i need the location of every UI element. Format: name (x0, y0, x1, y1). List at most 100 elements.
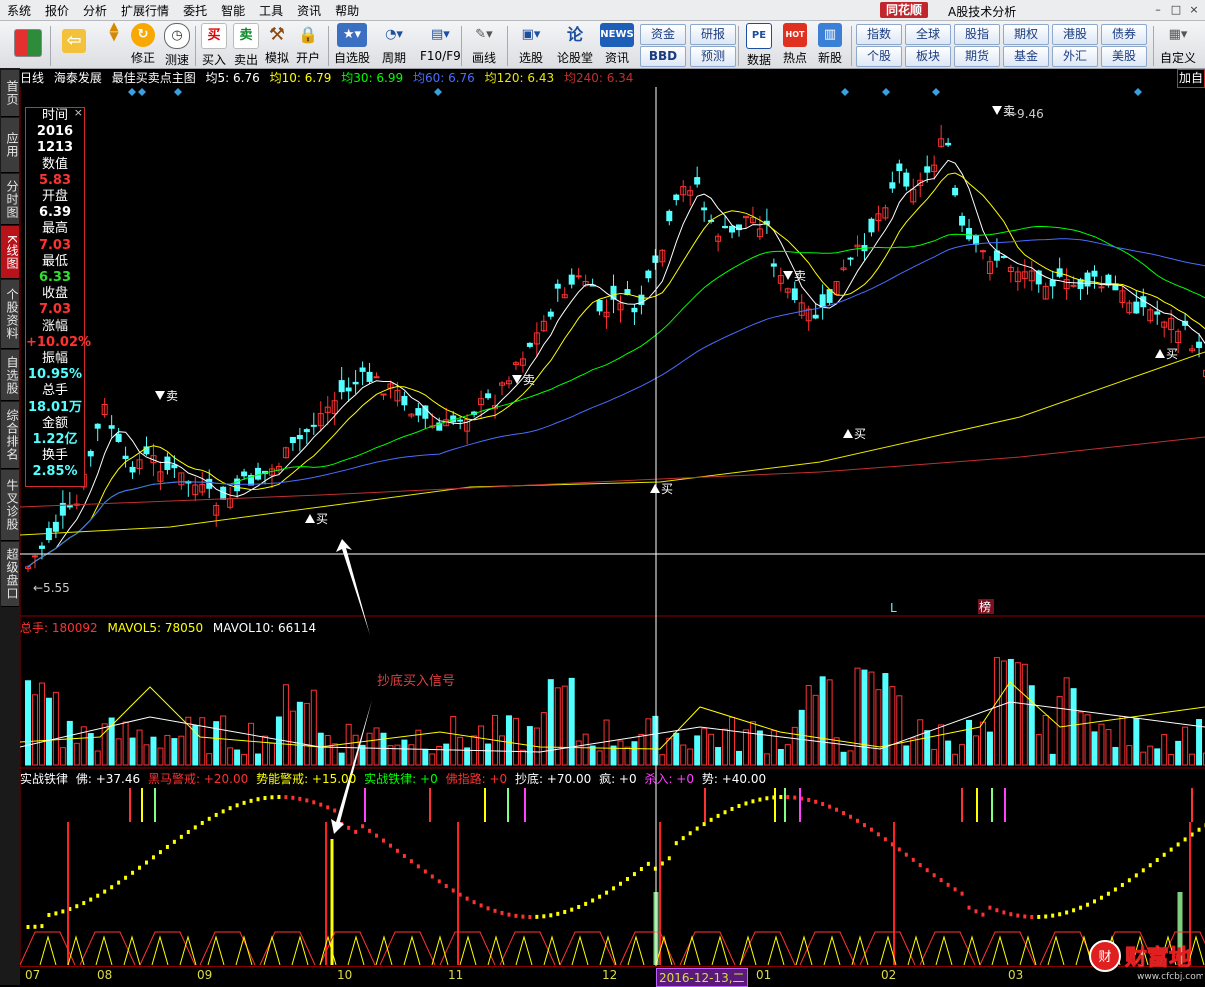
f10-button[interactable]: ▤▾ F10/F9 (420, 23, 461, 63)
indicator-dot (863, 823, 866, 827)
sell-button[interactable]: 卖 卖出 (233, 23, 259, 68)
maximize-icon[interactable]: □ (1168, 2, 1184, 17)
axis-label: 02 (881, 968, 896, 982)
indicator-dot (145, 861, 148, 865)
menu-ext-quote[interactable]: 扩展行情 (114, 2, 176, 19)
tab-watchlist[interactable]: 自选股 (1, 350, 19, 401)
news-button[interactable]: NEWS 资讯 (600, 23, 634, 66)
tab-kline[interactable]: K线图 (1, 226, 19, 279)
new-stock-button[interactable]: ▥ 新股 (818, 23, 842, 66)
refresh-icon: ↻ (131, 23, 155, 47)
open-account-button[interactable]: 🔒 开户 (296, 23, 320, 66)
menu-trade[interactable]: 委托 (176, 2, 214, 19)
indicator-dot (501, 911, 504, 915)
candlestick (360, 361, 365, 385)
ma-line (28, 226, 1205, 566)
candlestick (1155, 301, 1160, 325)
volume-bar (311, 690, 316, 765)
customize-button[interactable]: ▦▾ 自定义 (1160, 23, 1196, 66)
candlestick (618, 295, 623, 322)
volume-bar (26, 681, 31, 765)
candlestick (416, 403, 421, 422)
menu-quote[interactable]: 报价 (38, 2, 76, 19)
quick-forex[interactable]: 外汇 (1052, 46, 1098, 67)
kline-chart[interactable]: 买买买买卖卖卖卖←9.46←5.55L榜 (20, 87, 1205, 967)
data-window[interactable]: × 时间 2016 1213 数值 5.83 开盘 6.39 最高 7.03 最… (25, 107, 85, 487)
candlestick (611, 275, 616, 314)
tab-ranking[interactable]: 综合排名 (1, 402, 19, 469)
menu-tools[interactable]: 工具 (252, 2, 290, 19)
volume-bar (583, 734, 588, 765)
indicator-dot (1142, 868, 1145, 872)
candle-body (820, 295, 825, 308)
tab-stock-info[interactable]: 个股资料 (1, 280, 19, 349)
candle-body (242, 472, 247, 476)
quick-stock[interactable]: 个股 (856, 46, 902, 67)
tab-intraday[interactable]: 分时图 (1, 174, 19, 225)
quick-forecast[interactable]: 预测 (690, 46, 736, 67)
quick-global[interactable]: 全球 (905, 24, 951, 45)
add-watch-button[interactable]: 加自 (1177, 69, 1205, 88)
volume-bar (778, 749, 783, 765)
stock-screen-button[interactable]: ▣▾ 选股 (513, 23, 549, 66)
menu-news[interactable]: 资讯 (290, 2, 328, 19)
indicator-dot (647, 862, 650, 866)
candlestick (890, 172, 895, 193)
quick-capital[interactable]: 资金 (640, 24, 686, 45)
close-icon[interactable]: × (74, 105, 83, 121)
period-label[interactable]: 日线 (20, 71, 44, 85)
signal-label: 买 (316, 512, 328, 526)
fix-button[interactable]: ↻ 修正 (131, 23, 155, 66)
close-icon[interactable]: × (1186, 2, 1202, 17)
tab-apps[interactable]: 应用 (1, 118, 19, 173)
period-button[interactable]: ◔▾ 周期 (377, 23, 411, 66)
back-button[interactable]: ⇦ (62, 29, 86, 55)
menu-smart[interactable]: 智能 (214, 2, 252, 19)
indicator-dot (361, 824, 364, 828)
volume-bar (520, 750, 525, 765)
updown-button[interactable]: ▲▼ (104, 21, 124, 43)
quick-fund[interactable]: 基金 (1003, 46, 1049, 67)
quick-options[interactable]: 期权 (1003, 24, 1049, 45)
quick-index[interactable]: 指数 (856, 24, 902, 45)
candlestick (534, 322, 539, 356)
candlestick (716, 233, 721, 251)
menu-analysis[interactable]: 分析 (76, 2, 114, 19)
indicator-dot (521, 915, 524, 919)
indicator-dot (835, 808, 838, 812)
quick-sector[interactable]: 板块 (905, 46, 951, 67)
tab-diagnose[interactable]: 牛叉诊股 (1, 470, 19, 541)
quick-hk[interactable]: 港股 (1052, 24, 1098, 45)
indicator-dot (1030, 915, 1033, 919)
data-button[interactable]: PE 数据 (746, 23, 772, 68)
hot-button[interactable]: HOT 热点 (783, 23, 807, 66)
speedtest-button[interactable]: ◷ 测速 (164, 23, 190, 68)
quick-bond[interactable]: 债券 (1101, 24, 1147, 45)
quick-futures[interactable]: 期货 (954, 46, 1000, 67)
volume-bar (458, 737, 463, 765)
menu-help[interactable]: 帮助 (328, 2, 366, 19)
simulate-button[interactable]: ⚒ 模拟 (265, 23, 289, 66)
sell-icon: 卖 (233, 23, 259, 49)
indicator-dot (131, 871, 134, 875)
forum-button[interactable]: 论 论股堂 (557, 23, 593, 66)
tab-home[interactable]: 首页 (1, 70, 19, 117)
ind-name[interactable]: 实战铁律 (20, 772, 68, 786)
candlestick (660, 249, 665, 267)
menu-bar: 系统 报价 分析 扩展行情 委托 智能 工具 资讯 帮助 (0, 0, 1205, 21)
draw-button[interactable]: ✎▾ 画线 (467, 23, 501, 66)
watchlist-button[interactable]: ★▾ 自选股 (334, 23, 370, 66)
quick-index-futures[interactable]: 股指 (954, 24, 1000, 45)
minimize-icon[interactable]: – (1150, 2, 1166, 17)
candlestick (311, 413, 316, 435)
quick-us[interactable]: 美股 (1101, 46, 1147, 67)
volume-bar (256, 754, 261, 765)
quick-bbd[interactable]: BBD (640, 46, 686, 67)
buy-button[interactable]: 买 买入 (201, 23, 227, 68)
layout-button[interactable] (14, 29, 42, 59)
tab-super-orderbook[interactable]: 超级盘口 (1, 542, 19, 607)
indicator-name[interactable]: 最佳买卖点主图 (112, 71, 196, 85)
candlestick (200, 472, 205, 496)
quick-research[interactable]: 研报 (690, 24, 736, 45)
menu-system[interactable]: 系统 (0, 2, 38, 19)
